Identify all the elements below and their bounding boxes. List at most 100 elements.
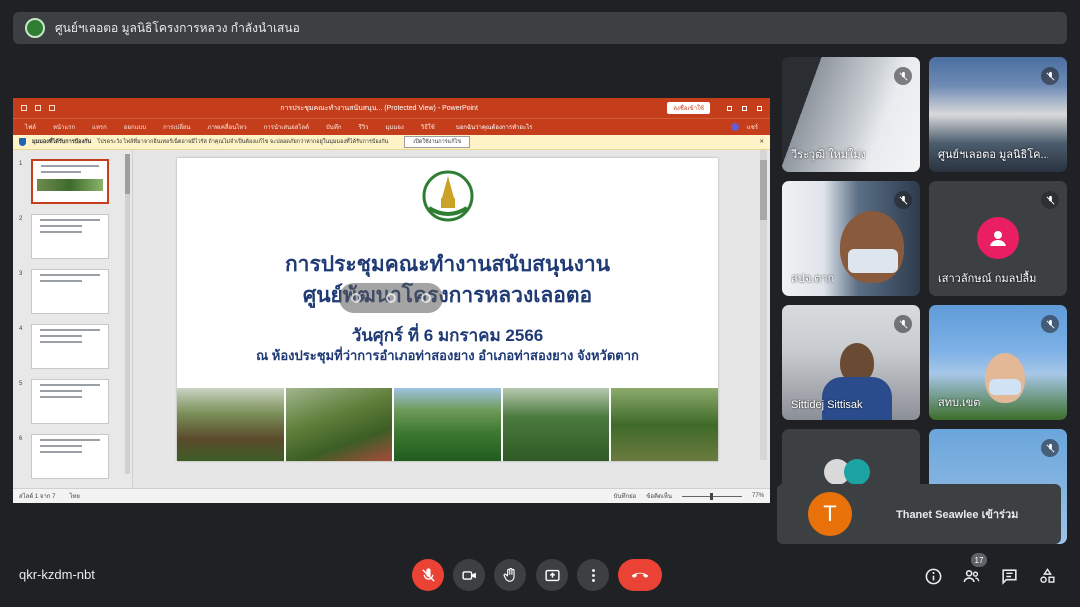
- shared-screen: การประชุมคณะทำงานสนับสนุน... (Protected …: [13, 98, 770, 503]
- activities-icon: [1039, 567, 1055, 583]
- participant-name: วีระวุฒิ ใหม่ใม่ง: [791, 149, 867, 161]
- chat-button[interactable]: [998, 565, 1020, 587]
- status-comments: ข้อคิดเห็น: [646, 494, 672, 500]
- slide-counter: สไลด์ 1 จาก 7: [19, 494, 56, 500]
- ribbon-tab: ออกแบบ: [123, 125, 147, 131]
- meeting-code: qkr-kzdm-nbt: [19, 567, 95, 582]
- maximize-icon: [742, 105, 747, 111]
- ribbon-tab: ภาพเคลื่อนไหว: [207, 125, 247, 131]
- photo-orchard: [611, 388, 718, 461]
- participant-name: Sittidej Sittisak: [791, 399, 863, 411]
- status-right: บันทึกย่อ ข้อคิดเห็น 77%: [614, 491, 764, 501]
- undo-icon: [35, 105, 41, 111]
- participant-name: เสาวลักษณ์ กมลปลื้ม: [938, 273, 1037, 285]
- mic-off-icon: [1041, 191, 1059, 209]
- participant-tile[interactable]: สปจ.ตาก: [782, 181, 920, 296]
- toast-avatar: T: [808, 492, 852, 536]
- people-count-badge: 17: [971, 553, 987, 567]
- thumbnail-number: 4: [19, 326, 23, 332]
- minimize-icon: [727, 105, 732, 111]
- camera-icon: [461, 570, 476, 580]
- person-avatar-icon: [977, 217, 1019, 259]
- mic-off-icon: [894, 67, 912, 85]
- raise-hand-button[interactable]: [494, 559, 526, 591]
- slide-thumbnail: 1: [13, 159, 132, 214]
- slide-photo-strip: [177, 388, 718, 461]
- participant-tile[interactable]: สทบ.เขต: [929, 305, 1067, 420]
- mic-off-icon: [421, 567, 435, 582]
- shield-icon: [19, 138, 26, 146]
- participant-video: [985, 353, 1025, 403]
- ribbon-tab: การเปลี่ยน: [163, 125, 191, 131]
- participant-tile[interactable]: ศูนย์ฯเลอตอ มูลนิธิโค...: [929, 57, 1067, 172]
- royal-project-logo-icon: [25, 18, 45, 38]
- slide-mini-toolbar: [339, 283, 443, 313]
- mic-toggle-button[interactable]: [412, 559, 444, 591]
- mic-off-icon: [894, 315, 912, 333]
- join-notification: T Thanet Seawlee เข้าร่วม: [777, 484, 1061, 544]
- people-button[interactable]: [960, 565, 982, 587]
- ribbon-tab: ไฟล์: [25, 125, 36, 131]
- ribbon-search: บอกฉันว่าคุณต้องการทำอะไร: [455, 125, 533, 131]
- slide-thumbnail: 3: [13, 269, 132, 324]
- ppt-title-bar: การประชุมคณะทำงานสนับสนุน... (Protected …: [13, 98, 770, 118]
- ppt-status-bar: สไลด์ 1 จาก 7 ไทย บันทึกย่อ ข้อคิดเห็น 7…: [13, 488, 770, 503]
- ribbon-tab: รีวิว: [358, 125, 369, 131]
- participant-tile[interactable]: Sittidej Sittisak: [782, 305, 920, 420]
- meeting-details-button[interactable]: [922, 565, 944, 587]
- slide-title-line2: ศูนย์พัฒนาโครงการหลวงเลอตอ: [302, 284, 593, 307]
- thumbnail-number: 3: [19, 271, 23, 277]
- redo-icon: [49, 105, 55, 111]
- protected-view-label: มุมมองที่ได้รับการป้องกัน: [32, 139, 92, 145]
- more-options-button[interactable]: [577, 559, 609, 591]
- ribbon-share: แชร์: [746, 125, 758, 131]
- presenting-banner: ศูนย์ฯเลอตอ มูลนิธิโครงการหลวง กำลังนำเส…: [13, 12, 1067, 44]
- ppt-ribbon: ไฟล์ หน้าแรก แทรก ออกแบบ การเปลี่ยน ภาพเ…: [13, 118, 770, 135]
- raise-hand-icon: [503, 567, 515, 582]
- camera-toggle-button[interactable]: [453, 559, 485, 591]
- mic-off-icon: [1041, 67, 1059, 85]
- present-icon: [544, 569, 560, 581]
- hang-up-icon: [631, 572, 649, 578]
- hang-up-button[interactable]: [618, 559, 662, 591]
- toast-message: Thanet Seawlee เข้าร่วม: [896, 509, 1019, 521]
- ppt-body: 1 2 3 4 5 6 การประชุมคณะทำงานสนับสนุนงาน…: [13, 150, 770, 488]
- photo-greenhouse: [502, 388, 610, 461]
- enable-editing-button: เปิดใช้งานการแก้ไข: [404, 136, 471, 148]
- more-participants-avatars: [824, 459, 870, 485]
- slide-thumbnail: 4: [13, 324, 132, 379]
- thumbnail-number: 5: [19, 381, 23, 387]
- current-slide: การประชุมคณะทำงานสนับสนุนงาน ศูนย์พัฒนาโ…: [177, 158, 718, 461]
- status-notes: บันทึกย่อ: [613, 494, 637, 500]
- photo-hillside-farm: [285, 388, 393, 461]
- account-icon: [730, 123, 739, 131]
- zoom-slider: [681, 492, 742, 500]
- ribbon-right: แชร์: [730, 122, 758, 132]
- more-options-icon: [591, 568, 595, 582]
- mic-off-icon: [894, 191, 912, 209]
- ppt-sign-in: ลงชื่อเข้าใช้: [667, 102, 710, 114]
- present-button[interactable]: [536, 559, 568, 591]
- slide-title-line1: การประชุมคณะทำงานสนับสนุนงาน: [284, 253, 611, 276]
- ribbon-tab: หน้าแรก: [52, 125, 76, 131]
- activities-button[interactable]: [1036, 565, 1058, 587]
- chat-icon: [1001, 568, 1017, 585]
- ribbon-tab: บันทึก: [325, 125, 342, 131]
- status-language: ไทย: [69, 494, 80, 500]
- ppt-window-buttons: [722, 105, 762, 111]
- info-icon: [925, 568, 941, 584]
- royal-project-emblem-icon: [422, 170, 474, 222]
- zoom-level: 77%: [751, 493, 764, 499]
- slide-thumbnails: 1 2 3 4 5 6: [13, 150, 133, 488]
- people-icon: [963, 569, 979, 582]
- participant-name: สทบ.เขต: [938, 397, 981, 409]
- mic-off-icon: [1041, 315, 1059, 333]
- slide-thumbnail: 5: [13, 379, 132, 434]
- ribbon-tab: แทรก: [92, 125, 107, 131]
- participant-tile[interactable]: เสาวลักษณ์ กมลปลื้ม: [929, 181, 1067, 296]
- slide-thumbnail: 6: [13, 434, 132, 489]
- participant-tile[interactable]: วีระวุฒิ ใหม่ใม่ง: [782, 57, 920, 172]
- slide-area: การประชุมคณะทำงานสนับสนุนงาน ศูนย์พัฒนาโ…: [133, 150, 770, 488]
- slide-scrollbar: [760, 150, 767, 460]
- thumbnail-scrollbar: [125, 154, 130, 474]
